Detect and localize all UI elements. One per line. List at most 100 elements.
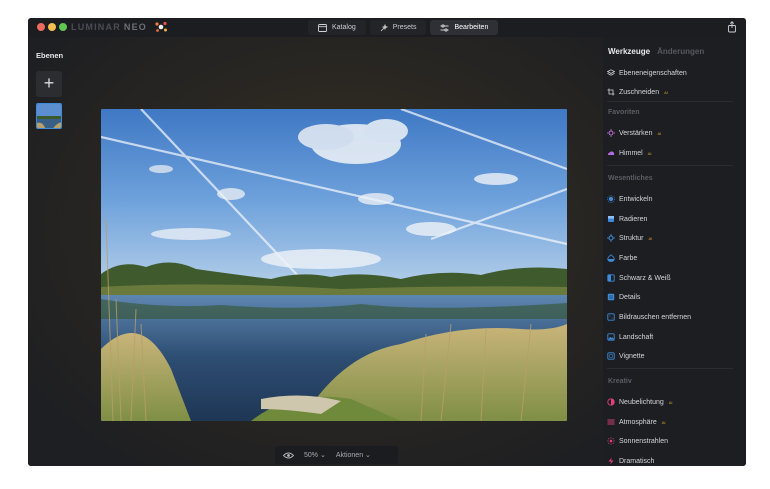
color-icon — [607, 254, 615, 262]
logo-suffix: NEO — [123, 22, 148, 32]
share-icon[interactable] — [727, 21, 737, 33]
tool-label: Dramatisch — [619, 457, 655, 465]
edit-sliders-icon — [440, 23, 449, 32]
actions-dropdown[interactable]: Aktionen ⌄ — [336, 451, 371, 459]
close-window-button[interactable] — [37, 23, 45, 31]
enhance-icon — [607, 129, 615, 137]
ai-badge: AI — [668, 399, 673, 405]
presets-icon — [380, 23, 388, 31]
add-layer-button[interactable]: + — [36, 71, 62, 97]
details-icon — [607, 293, 615, 301]
tab-edit-label: Bearbeiten — [454, 24, 489, 31]
zoom-window-button[interactable] — [59, 23, 67, 31]
minimize-window-button[interactable] — [48, 23, 56, 31]
bw-icon — [607, 274, 615, 282]
landscape-icon — [607, 333, 615, 341]
plus-icon: + — [43, 73, 55, 93]
app-logo: LUMINAR NEO — [71, 22, 147, 32]
tool-sky[interactable]: Himmel AI — [607, 149, 652, 157]
sky-icon — [608, 151, 615, 155]
vignette-icon — [607, 352, 615, 360]
tab-tools[interactable]: Werkzeuge — [608, 47, 650, 56]
tool-label: Struktur — [619, 234, 644, 242]
divider — [607, 101, 733, 102]
tool-color[interactable]: Farbe — [607, 254, 637, 262]
erase-icon — [608, 216, 614, 222]
tool-atmosphere[interactable]: Atmosphäre AI — [607, 418, 666, 426]
tool-structure[interactable]: Struktur AI — [607, 234, 652, 242]
luminar-logo-icon — [155, 21, 167, 32]
tool-develop[interactable]: Entwickeln — [607, 195, 652, 203]
tool-denoise[interactable]: Bildrauschen entfernen — [607, 313, 691, 321]
tool-erase[interactable]: Radieren — [607, 215, 647, 223]
tool-relight[interactable]: Neubelichtung AI — [607, 398, 673, 406]
tool-landscape[interactable]: Landschaft — [607, 333, 653, 341]
tab-presets[interactable]: Presets — [369, 20, 427, 35]
section-creative: Kreativ — [608, 378, 632, 385]
app-window: LUMINAR NEO Katalog Presets Bearbeiten E… — [28, 18, 746, 466]
tool-label: Schwarz & Weiß — [619, 274, 671, 282]
tool-label: Himmel — [619, 149, 643, 157]
layer-thumbnail-image — [37, 104, 61, 128]
section-favorites: Favoriten — [608, 109, 640, 116]
tab-presets-label: Presets — [392, 24, 417, 31]
tool-label: Entwickeln — [619, 195, 653, 203]
tool-crop[interactable]: Zuschneiden AI — [607, 88, 668, 96]
divider — [607, 165, 733, 166]
develop-icon — [607, 195, 615, 203]
sunrays-icon — [607, 437, 615, 445]
zoom-dropdown[interactable]: 50% ⌄ — [304, 451, 326, 459]
actions-label: Aktionen — [335, 452, 364, 459]
tool-sunrays[interactable]: Sonnenstrahlen — [607, 437, 668, 445]
ai-badge: AI — [664, 89, 668, 95]
tool-details[interactable]: Details — [607, 293, 640, 301]
tool-label: Bildrauschen entfernen — [619, 313, 691, 321]
photo-image — [101, 109, 567, 421]
atmosphere-icon — [607, 419, 615, 425]
crop-icon — [607, 88, 615, 96]
divider — [607, 368, 733, 369]
structure-icon — [607, 234, 615, 242]
tool-label: Vignette — [619, 352, 645, 360]
zoom-value: 50% — [304, 452, 319, 459]
lake-landscape-photo[interactable] — [101, 109, 567, 421]
tab-edit[interactable]: Bearbeiten — [430, 20, 499, 35]
dramatic-icon — [608, 457, 614, 465]
chevron-down-icon: ⌄ — [319, 452, 326, 459]
tool-vignette[interactable]: Vignette — [607, 352, 645, 360]
tab-changes[interactable]: Änderungen — [657, 47, 704, 56]
tool-label: Radieren — [619, 215, 648, 223]
top-navigation: Katalog Presets Bearbeiten — [308, 20, 499, 35]
ai-badge: AI — [657, 130, 662, 136]
tool-black-white[interactable]: Schwarz & Weiß — [607, 274, 671, 282]
denoise-icon — [607, 313, 615, 321]
tool-label: Landschaft — [619, 333, 654, 341]
tool-label: Verstärken — [619, 129, 653, 137]
title-bar: LUMINAR NEO Katalog Presets Bearbeiten — [28, 18, 746, 37]
chevron-down-icon: ⌄ — [365, 452, 371, 459]
tool-label: Details — [619, 293, 641, 301]
tool-layer-properties[interactable]: Ebeneneigenschaften — [607, 69, 687, 77]
ai-badge: AI — [661, 419, 666, 425]
tool-label: Sonnenstrahlen — [619, 437, 669, 445]
canvas-bottom-bar: 50% ⌄ Aktionen ⌄ — [275, 446, 398, 464]
catalog-icon — [318, 23, 327, 32]
layer-thumbnail[interactable] — [36, 103, 62, 129]
ai-badge: AI — [648, 235, 653, 241]
tool-label: Zuschneiden — [619, 88, 660, 96]
tool-label: Ebeneneigenschaften — [619, 69, 687, 77]
canvas-area — [28, 37, 603, 466]
layers-icon — [607, 69, 615, 76]
section-essentials: Wesentliches — [608, 175, 653, 182]
tools-panel: Werkzeuge Änderungen Ebeneneigenschaften… — [603, 37, 746, 466]
panel-tabs: Werkzeuge Änderungen — [608, 47, 704, 56]
eye-icon[interactable] — [283, 452, 294, 459]
tab-catalog[interactable]: Katalog — [308, 20, 366, 35]
tab-catalog-label: Katalog — [332, 24, 356, 31]
ai-badge: AI — [647, 150, 652, 156]
layers-title: Ebenen — [36, 51, 64, 60]
tool-label: Farbe — [619, 254, 638, 262]
relight-icon — [607, 398, 615, 406]
tool-enhance[interactable]: Verstärken AI — [607, 129, 661, 137]
tool-dramatic[interactable]: Dramatisch — [607, 457, 654, 465]
